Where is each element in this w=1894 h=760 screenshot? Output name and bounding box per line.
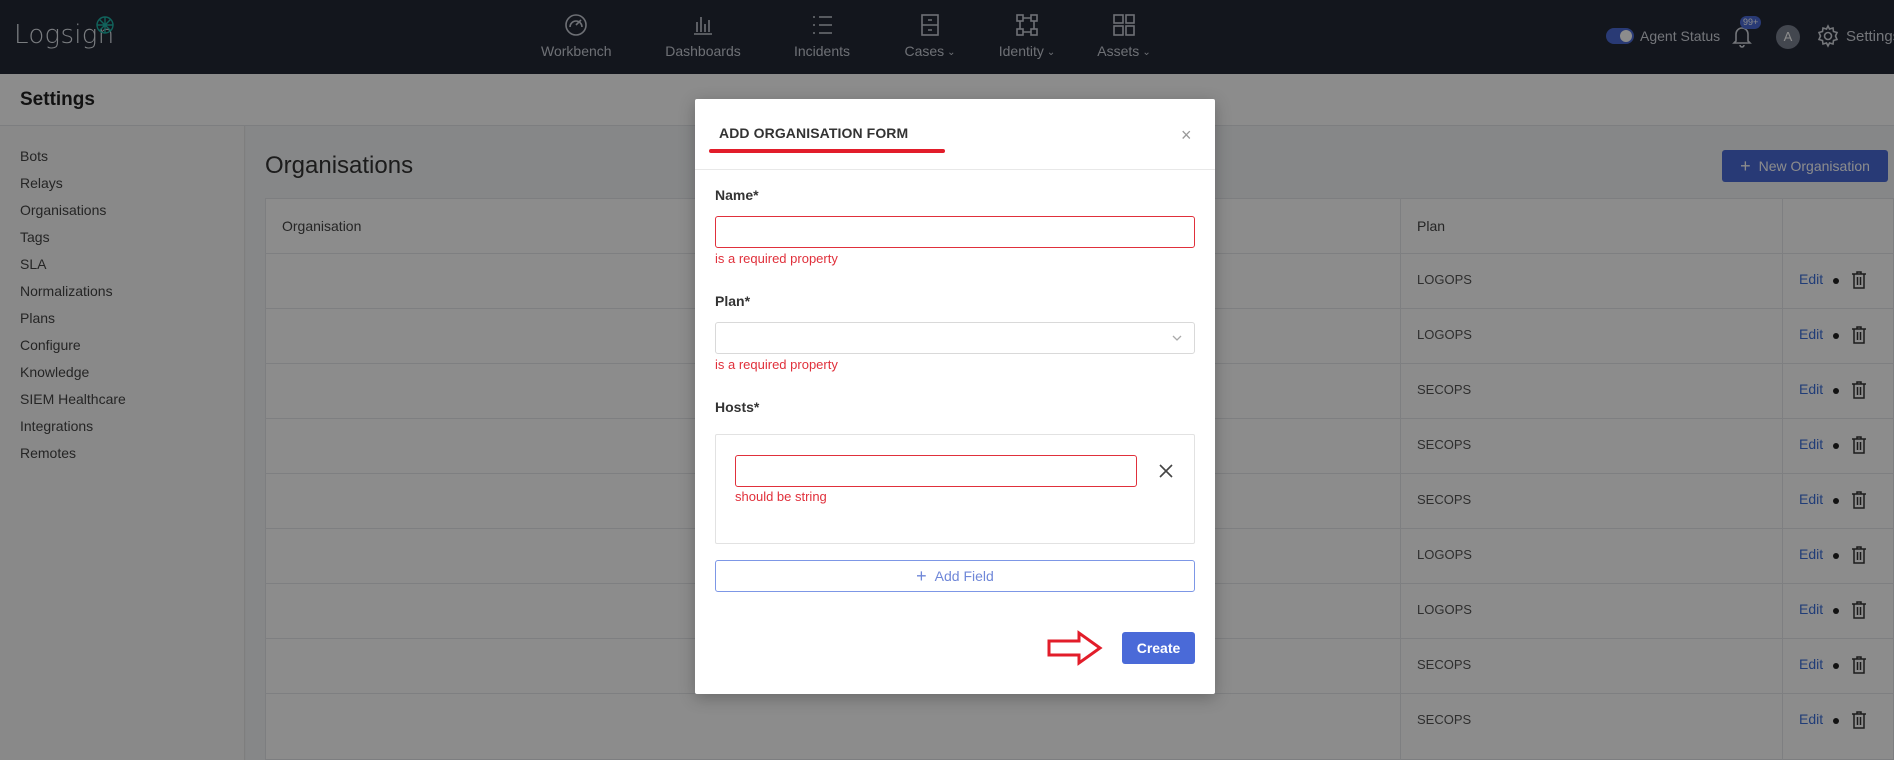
add-field-label: Add Field bbox=[934, 568, 994, 584]
chevron-down-icon bbox=[1172, 335, 1182, 341]
close-icon[interactable] bbox=[1158, 463, 1174, 479]
host-error: should be string bbox=[735, 489, 827, 504]
modal-title: ADD ORGANISATION FORM bbox=[719, 125, 909, 141]
plus-icon: + bbox=[916, 566, 927, 586]
name-field[interactable] bbox=[715, 216, 1195, 248]
modal-divider bbox=[695, 169, 1215, 170]
add-organisation-modal: ADD ORGANISATION FORM × Name* is a requi… bbox=[695, 99, 1215, 694]
close-icon[interactable]: × bbox=[1181, 125, 1192, 146]
hosts-label: Hosts* bbox=[715, 399, 760, 415]
plan-select[interactable] bbox=[715, 322, 1195, 354]
plan-error: is a required property bbox=[715, 357, 838, 372]
add-field-button[interactable]: + Add Field bbox=[715, 560, 1195, 592]
name-label: Name* bbox=[715, 187, 759, 203]
title-highlight-underline bbox=[709, 149, 945, 153]
plan-label: Plan* bbox=[715, 293, 751, 309]
arrow-right-icon bbox=[1047, 630, 1103, 666]
name-error: is a required property bbox=[715, 251, 838, 266]
create-button[interactable]: Create bbox=[1122, 632, 1195, 664]
host-field[interactable] bbox=[735, 455, 1137, 487]
